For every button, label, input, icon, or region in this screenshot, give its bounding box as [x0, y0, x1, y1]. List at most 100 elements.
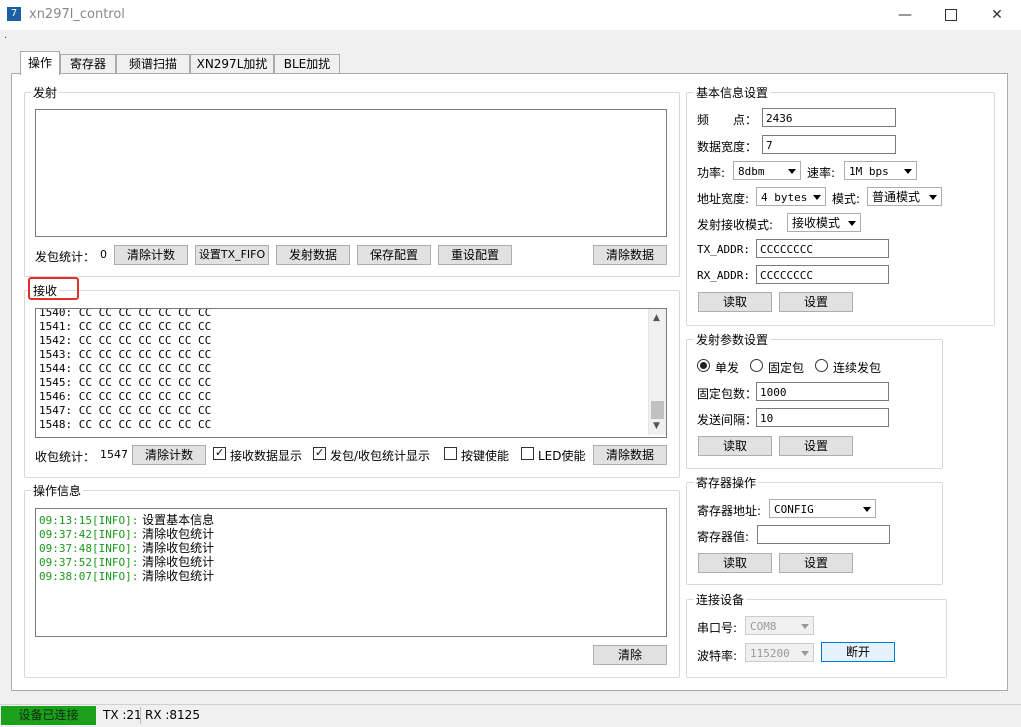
- txrx-mode-label: 发射接收模式:: [697, 218, 774, 232]
- transmit-data-textarea[interactable]: [35, 109, 667, 237]
- mode-select[interactable]: 普通模式: [867, 187, 942, 206]
- menu-dot: .: [4, 30, 8, 41]
- register-read-button[interactable]: 读取: [698, 553, 772, 573]
- tab-xn297l-scramble[interactable]: XN297L加扰: [190, 54, 274, 74]
- txrx-mode-select[interactable]: 接收模式: [787, 213, 861, 232]
- log-time: 09:13:15: [39, 514, 92, 527]
- connection-status: 设备已连接: [1, 706, 96, 725]
- chevron-down-icon: [801, 624, 809, 629]
- chevron-down-icon: [801, 651, 809, 656]
- oplog-lines: 09:13:15[INFO]: 设置基本信息 09:37:42[INFO]: 清…: [39, 513, 214, 583]
- receive-lines: 1540: CC CC CC CC CC CC CC 1541: CC CC C…: [39, 308, 644, 432]
- log-entry: 09:37:52[INFO]: 清除收包统计: [39, 555, 214, 569]
- disconnect-button[interactable]: 断开: [821, 642, 895, 662]
- send-interval-input[interactable]: 10: [756, 408, 889, 427]
- set-tx-fifo-button[interactable]: 设置TX_FIFO: [195, 245, 269, 265]
- frequency-input[interactable]: 2436: [762, 108, 896, 127]
- receive-line: 1547: CC CC CC CC CC CC CC: [39, 404, 212, 417]
- receive-line: 1544: CC CC CC CC CC CC CC: [39, 362, 212, 375]
- basic-set-button[interactable]: 设置: [779, 292, 853, 312]
- log-tag: [INFO]:: [91, 570, 139, 583]
- transmit-data-button[interactable]: 发射数据: [276, 245, 350, 265]
- tx-clear-data-button[interactable]: 清除数据: [593, 245, 667, 265]
- log-message: 清除收包统计: [142, 555, 215, 569]
- log-message: 清除收包统计: [142, 569, 215, 583]
- tx-clear-count-button[interactable]: 清除计数: [114, 245, 188, 265]
- key-enable-checkbox[interactable]: [444, 447, 457, 460]
- register-address-select[interactable]: CONFIG: [769, 499, 876, 518]
- tab-operation[interactable]: 操作: [20, 51, 60, 75]
- tx-addr-input[interactable]: CCCCCCCC: [756, 239, 889, 258]
- rx-clear-count-button[interactable]: 清除计数: [132, 445, 206, 465]
- serial-port-select[interactable]: COM8: [745, 616, 814, 635]
- minimize-icon[interactable]: —: [882, 0, 928, 30]
- maximize-icon[interactable]: [928, 0, 974, 30]
- mode-label: 模式:: [832, 192, 861, 206]
- close-icon[interactable]: ✕: [974, 0, 1020, 30]
- rx-addr-input[interactable]: CCCCCCCC: [756, 265, 889, 284]
- key-enable-label: 按键使能: [461, 449, 510, 463]
- txparam-set-button[interactable]: 设置: [779, 436, 853, 456]
- tab-register[interactable]: 寄存器: [60, 54, 116, 74]
- continuous-label: 连续发包: [833, 361, 882, 375]
- chevron-down-icon: [848, 221, 856, 226]
- stats-display-checkbox[interactable]: ✓: [313, 446, 326, 460]
- power-select[interactable]: 8dbm: [733, 161, 801, 180]
- basic-settings-label: 基本信息设置: [694, 84, 771, 101]
- continuous-radio[interactable]: [815, 359, 828, 372]
- power-label: 功率:: [697, 166, 726, 180]
- address-width-select[interactable]: 4 bytes: [756, 187, 826, 206]
- register-set-button[interactable]: 设置: [779, 553, 853, 573]
- txparam-read-button[interactable]: 读取: [698, 436, 772, 456]
- scroll-up-icon[interactable]: ▲: [653, 313, 660, 323]
- receive-line: 1540: CC CC CC CC CC CC CC: [39, 308, 212, 319]
- oplog-textarea[interactable]: 09:13:15[INFO]: 设置基本信息 09:37:42[INFO]: 清…: [35, 508, 667, 637]
- log-tag: [INFO]:: [91, 528, 139, 541]
- tx-stats-label: 发包统计：: [35, 250, 96, 264]
- window-title: xn297l_control: [29, 7, 125, 22]
- tx-count: TX :21: [103, 708, 142, 722]
- tab-spectrum-scan[interactable]: 频谱扫描: [116, 54, 190, 74]
- save-config-button[interactable]: 保存配置: [357, 245, 431, 265]
- register-value-input[interactable]: [757, 525, 890, 544]
- single-shot-radio[interactable]: [697, 359, 710, 372]
- log-entry: 09:13:15[INFO]: 设置基本信息: [39, 513, 214, 527]
- rx-count: RX :8125: [145, 708, 200, 722]
- send-interval-label: 发送间隔：: [697, 413, 758, 427]
- transmit-group-label: 发射: [31, 84, 60, 101]
- rx-clear-data-button[interactable]: 清除数据: [593, 445, 667, 465]
- log-message: 清除收包统计: [142, 541, 215, 555]
- fixed-packet-radio[interactable]: [750, 359, 763, 372]
- scrollbar-thumb[interactable]: [651, 401, 664, 419]
- receive-label-highlight: [28, 277, 79, 300]
- rate-select[interactable]: 1M bps: [844, 161, 917, 180]
- receive-scrollbar[interactable]: ▲ ▼: [648, 309, 666, 435]
- receive-display-checkbox[interactable]: ✓: [213, 446, 226, 460]
- status-divider: [140, 707, 141, 724]
- receive-display-label: 接收数据显示: [230, 449, 303, 463]
- log-entry: 09:37:48[INFO]: 清除收包统计: [39, 541, 214, 555]
- receive-line: 1541: CC CC CC CC CC CC CC: [39, 320, 212, 333]
- single-shot-label: 单发: [715, 361, 740, 375]
- scroll-down-icon[interactable]: ▼: [653, 421, 660, 431]
- title-bar: [0, 0, 1021, 30]
- register-address-label: 寄存器地址:: [697, 504, 762, 518]
- log-message: 清除收包统计: [142, 527, 215, 541]
- tx-addr-label: TX_ADDR:: [697, 243, 750, 256]
- rx-stats-value: 1547: [100, 448, 128, 461]
- log-tag: [INFO]:: [91, 556, 139, 569]
- basic-read-button[interactable]: 读取: [698, 292, 772, 312]
- reset-config-button[interactable]: 重设配置: [438, 245, 512, 265]
- chevron-down-icon: [904, 169, 912, 174]
- app-icon: 7: [7, 7, 21, 21]
- receive-data-textarea[interactable]: 1540: CC CC CC CC CC CC CC 1541: CC CC C…: [35, 308, 667, 438]
- tab-ble-scramble[interactable]: BLE加扰: [274, 54, 340, 74]
- data-width-input[interactable]: 7: [762, 135, 896, 154]
- fixed-count-input[interactable]: 1000: [756, 382, 889, 401]
- log-tag: [INFO]:: [91, 514, 139, 527]
- oplog-clear-button[interactable]: 清除: [593, 645, 667, 665]
- baud-rate-select[interactable]: 115200: [745, 643, 814, 662]
- receive-line: 1546: CC CC CC CC CC CC CC: [39, 390, 212, 403]
- led-enable-checkbox[interactable]: [521, 447, 534, 460]
- log-time: 09:37:48: [39, 542, 92, 555]
